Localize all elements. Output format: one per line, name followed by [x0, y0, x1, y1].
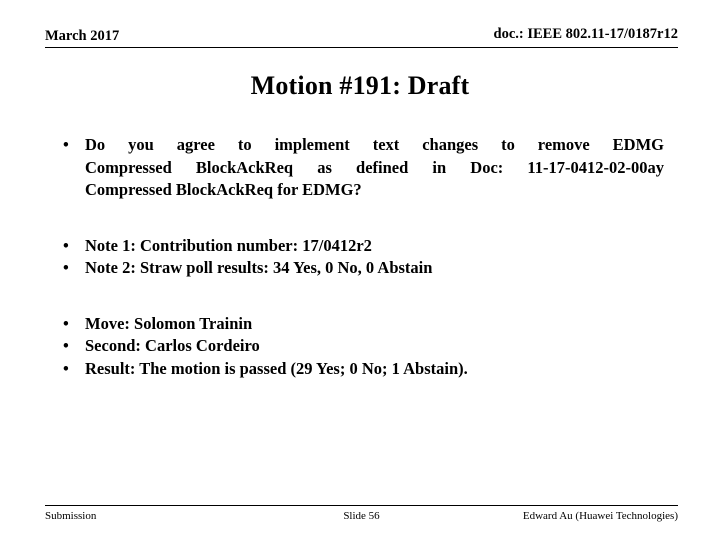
bullet-item: • Move: Solomon Trainin [60, 313, 664, 336]
footer-author-affiliation: Edward Au (Huawei Technologies) [522, 510, 678, 522]
bullet-group-vote-outcome: • Move: Solomon Trainin • Second: Carlos… [60, 313, 664, 381]
bullet-item: • Do you agree to implement text changes… [60, 134, 664, 202]
bullet-line: Do you agree to implement text changes t… [85, 135, 664, 154]
bullet-item: • Second: Carlos Cordeiro [60, 335, 664, 358]
bullet-line: Compressed BlockAckReq as defined in Doc… [85, 157, 664, 177]
header-divider [45, 47, 678, 48]
bullet-point-icon: • [63, 313, 69, 333]
presentation-slide: March 2017 doc.: IEEE 802.11-17/0187r12 … [0, 0, 720, 540]
slide-body: • Do you agree to implement text changes… [60, 134, 664, 380]
slide-header: March 2017 doc.: IEEE 802.11-17/0187r12 [45, 26, 678, 49]
bullet-group-notes: • Note 1: Contribution number: 17/0412r2… [60, 235, 664, 280]
bullet-item: • Note 2: Straw poll results: 34 Yes, 0 … [60, 257, 664, 280]
bullet-point-icon: • [63, 135, 69, 154]
slide-footer: Submission Slide 56 Edward Au (Huawei Te… [45, 509, 678, 525]
header-date: March 2017 [45, 28, 120, 44]
bullet-group-motion-question: • Do you agree to implement text changes… [60, 134, 664, 202]
header-document-reference: doc.: IEEE 802.11-17/0187r12 [493, 26, 678, 42]
bullet-item: • Note 1: Contribution number: 17/0412r2 [60, 235, 664, 258]
bullet-text: Note 2: Straw poll results: 34 Yes, 0 No… [85, 258, 433, 277]
bullet-text: Move: Solomon Trainin [85, 313, 253, 333]
bullet-line: Compressed BlockAckReq for EDMG? [85, 180, 362, 199]
bullet-text: Second: Carlos Cordeiro [85, 336, 260, 355]
slide-title: Motion #191: Draft [250, 71, 470, 100]
bullet-item: • Result: The motion is passed (29 Yes; … [60, 358, 664, 381]
bullet-text: Note 1: Contribution number: 17/0412r2 [85, 235, 372, 255]
bullet-text: Result: The motion is passed (29 Yes; 0 … [85, 358, 468, 378]
bullet-point-icon: • [63, 358, 69, 378]
bullet-point-icon: • [63, 336, 69, 355]
footer-divider [45, 505, 678, 506]
bullet-text: Do you agree to implement text changes t… [85, 134, 664, 202]
bullet-point-icon: • [63, 235, 69, 255]
bullet-point-icon: • [63, 258, 69, 277]
